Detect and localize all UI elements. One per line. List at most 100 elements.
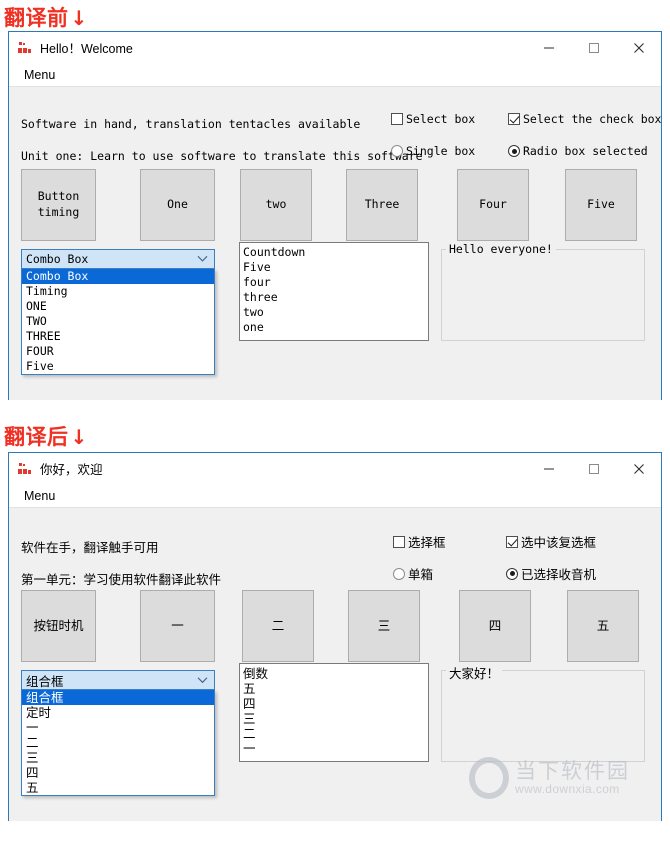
checkbox-select-the-check-box[interactable]: 选中该复选框: [506, 532, 596, 551]
radio-radio-box-selected[interactable]: Radio box selected: [508, 144, 648, 158]
after-translation-heading: 翻译后 ↓: [4, 421, 88, 451]
combobox-option[interactable]: 四: [22, 765, 214, 780]
before-info-line-2: Unit one: Learn to use software to trans…: [21, 149, 423, 163]
button-button-timing[interactable]: Button timing: [21, 169, 96, 241]
before-window-titlebar[interactable]: Hello！Welcome: [9, 32, 661, 63]
app-icon: [17, 461, 33, 477]
listbox-before[interactable]: Countdown Five four three two one: [239, 242, 429, 341]
radio-single-box-label: 单箱: [408, 567, 434, 582]
after-window-client: 软件在手，翻译触手可用 第一单元：学习使用软件翻译此软件 选择框 选中该复选框 …: [9, 508, 661, 821]
button-one[interactable]: 一: [140, 590, 215, 662]
list-item[interactable]: 三: [243, 711, 428, 726]
checkbox-select-box-label: Select box: [406, 112, 476, 126]
list-item[interactable]: one: [243, 320, 428, 335]
combobox-after-head[interactable]: 组合框: [21, 670, 215, 690]
radio-single-box[interactable]: Single box: [391, 144, 475, 158]
groupbox-before: Hello everyone!: [441, 242, 645, 341]
checkbox-select-box[interactable]: Select box: [391, 112, 475, 126]
radio-unselected-icon: [393, 567, 405, 580]
close-icon[interactable]: [616, 32, 661, 63]
watermark-text: 当下软件园 www.downxia.com: [515, 760, 630, 796]
button-four[interactable]: Four: [457, 169, 529, 241]
combobox-after[interactable]: 组合框 组合框 定时 一 二 三 四 五: [21, 670, 215, 796]
checkbox-box-icon: [393, 535, 405, 548]
radio-radio-box-selected-label: Radio box selected: [523, 144, 648, 158]
button-one[interactable]: One: [140, 169, 215, 241]
button-button-timing[interactable]: 按钮时机: [21, 590, 96, 662]
list-item[interactable]: 五: [243, 681, 428, 696]
combobox-option[interactable]: Timing: [22, 284, 214, 299]
combobox-option[interactable]: FOUR: [22, 344, 214, 359]
before-window-title: Hello！Welcome: [40, 42, 133, 56]
maximize-icon[interactable]: [571, 32, 616, 63]
after-info-line-1: 软件在手，翻译触手可用: [21, 540, 159, 555]
after-window: 你好，欢迎 Menu 软件在手，翻译触手可用 第一单元：学习使用软件翻译此软件: [8, 452, 662, 821]
combobox-option[interactable]: 组合框: [22, 690, 214, 705]
radio-selected-icon: [508, 145, 520, 157]
button-four[interactable]: 四: [459, 590, 531, 662]
button-two[interactable]: two: [240, 169, 312, 241]
list-item[interactable]: two: [243, 305, 428, 320]
listbox-after[interactable]: 倒数 五 四 三 二 一: [239, 663, 429, 762]
down-arrow-icon: ↓: [70, 6, 88, 30]
watermark: 当下软件园 www.downxia.com: [469, 757, 630, 799]
before-window-menubar: Menu: [9, 63, 661, 87]
down-arrow-icon: ↓: [70, 425, 88, 449]
menu-item-menu[interactable]: Menu: [17, 485, 62, 507]
button-three[interactable]: 三: [348, 590, 420, 662]
menu-item-menu[interactable]: Menu: [17, 64, 62, 86]
combobox-before[interactable]: Combo Box Combo Box Timing ONE TWO THREE…: [21, 249, 215, 375]
combobox-option[interactable]: 五: [22, 780, 214, 795]
list-item[interactable]: four: [243, 275, 428, 290]
watermark-logo-icon: [469, 757, 509, 799]
radio-radio-box-selected[interactable]: 已选择收音机: [506, 564, 596, 583]
after-window-titlebar[interactable]: 你好，欢迎: [9, 453, 661, 484]
combobox-before-value: Combo Box: [26, 252, 89, 266]
combobox-after-list[interactable]: 组合框 定时 一 二 三 四 五: [21, 690, 215, 796]
button-five[interactable]: Five: [565, 169, 637, 241]
list-item[interactable]: 四: [243, 696, 428, 711]
checkbox-select-box-label: 选择框: [408, 535, 446, 550]
before-translation-heading: 翻译前 ↓: [4, 2, 88, 32]
before-window: Hello！Welcome Menu Software in hand, tra…: [8, 31, 662, 400]
checkbox-box-icon: [391, 113, 403, 125]
combobox-option[interactable]: 一: [22, 720, 214, 735]
minimize-icon[interactable]: [526, 453, 571, 484]
radio-radio-box-selected-label: 已选择收音机: [521, 567, 597, 582]
combobox-option[interactable]: 三: [22, 750, 214, 765]
combobox-option[interactable]: THREE: [22, 329, 214, 344]
radio-single-box-label: Single box: [406, 144, 476, 158]
list-item[interactable]: Five: [243, 260, 428, 275]
groupbox-after-title: 大家好！: [446, 663, 503, 682]
combobox-after-value: 组合框: [26, 673, 64, 689]
combobox-option[interactable]: 定时: [22, 705, 214, 720]
combobox-option[interactable]: 二: [22, 735, 214, 750]
list-item[interactable]: 一: [243, 741, 428, 756]
checkbox-select-box[interactable]: 选择框: [393, 532, 446, 551]
list-item[interactable]: 倒数: [243, 666, 428, 681]
combobox-option[interactable]: ONE: [22, 299, 214, 314]
after-window-title: 你好，欢迎: [40, 462, 103, 477]
checkbox-select-the-check-box[interactable]: Select the check box: [508, 112, 661, 126]
button-five[interactable]: 五: [567, 590, 639, 662]
close-icon[interactable]: [616, 453, 661, 484]
radio-unselected-icon: [391, 145, 403, 157]
maximize-icon[interactable]: [571, 453, 616, 484]
after-window-menubar: Menu: [9, 484, 661, 508]
after-translation-heading-text: 翻译后: [4, 425, 69, 449]
list-item[interactable]: 二: [243, 726, 428, 741]
button-two[interactable]: 二: [242, 590, 314, 662]
radio-single-box[interactable]: 单箱: [393, 564, 433, 583]
list-item[interactable]: three: [243, 290, 428, 305]
combobox-option[interactable]: Combo Box: [22, 269, 214, 284]
combobox-option[interactable]: Five: [22, 359, 214, 374]
combobox-before-list[interactable]: Combo Box Timing ONE TWO THREE FOUR Five: [21, 269, 215, 375]
before-window-client: Software in hand, translation tentacles …: [9, 87, 661, 400]
list-item[interactable]: Countdown: [243, 245, 428, 260]
watermark-brand: 当下软件园: [515, 758, 630, 783]
button-three[interactable]: Three: [346, 169, 418, 241]
minimize-icon[interactable]: [526, 32, 571, 63]
combobox-option[interactable]: TWO: [22, 314, 214, 329]
radio-selected-icon: [506, 567, 518, 580]
combobox-before-head[interactable]: Combo Box: [21, 249, 215, 269]
